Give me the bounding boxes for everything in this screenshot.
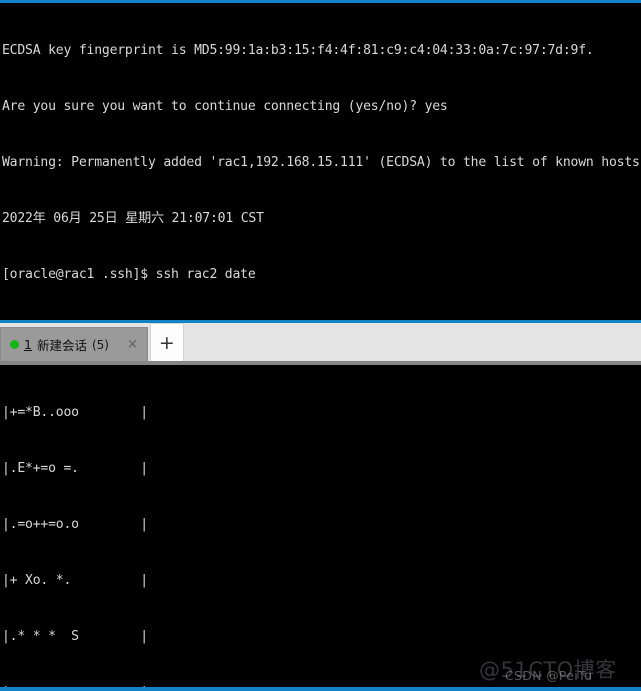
tab-count-label: (5) (91, 337, 109, 352)
randomart-line: |+=*B..ooo | (2, 405, 148, 421)
terminal-line: 2022年 06月 25日 星期六 21:07:01 CST (2, 211, 264, 227)
terminal-line: Warning: Permanently added 'rac1,192.168… (2, 155, 641, 171)
bottom-terminal-pane[interactable]: |+=*B..ooo | |.E*+=o =. | |.=o++=o.o | |… (0, 365, 641, 687)
new-tab-button[interactable]: + (149, 323, 184, 361)
tab-bar: 1 新建会话 (5) × + (0, 320, 641, 365)
randomart-line: |+ Xo. *. | (2, 573, 148, 589)
session-status-dot-icon (10, 340, 19, 349)
window-bottom-accent-bar (0, 687, 641, 691)
randomart-line: |.* * * S | (2, 629, 148, 645)
tab-bar-strip: 1 新建会话 (5) × + (0, 323, 641, 361)
close-icon[interactable]: × (124, 338, 141, 351)
top-terminal-pane[interactable]: ECDSA key fingerprint is MD5:99:1a:b3:15… (0, 3, 641, 320)
terminal-line: ECDSA key fingerprint is MD5:99:1a:b3:15… (2, 43, 594, 59)
tab-session-1[interactable]: 1 新建会话 (5) × (0, 327, 148, 361)
terminal-line: [oracle@rac1 .ssh]$ ssh rac2 date (2, 267, 256, 283)
randomart-line: |.=o++=o.o | (2, 517, 148, 533)
terminal-line: Are you sure you want to continue connec… (2, 99, 448, 115)
randomart-line: |.E*+=o =. | (2, 461, 148, 477)
tab-title-label: 新建会话 (36, 338, 87, 353)
tab-index-label: 1 (24, 337, 32, 352)
top-terminal-output: ECDSA key fingerprint is MD5:99:1a:b3:15… (0, 3, 641, 320)
terminal-application-window: ECDSA key fingerprint is MD5:99:1a:b3:15… (0, 0, 641, 691)
bottom-terminal-output: |+=*B..ooo | |.E*+=o =. | |.=o++=o.o | |… (0, 365, 641, 687)
